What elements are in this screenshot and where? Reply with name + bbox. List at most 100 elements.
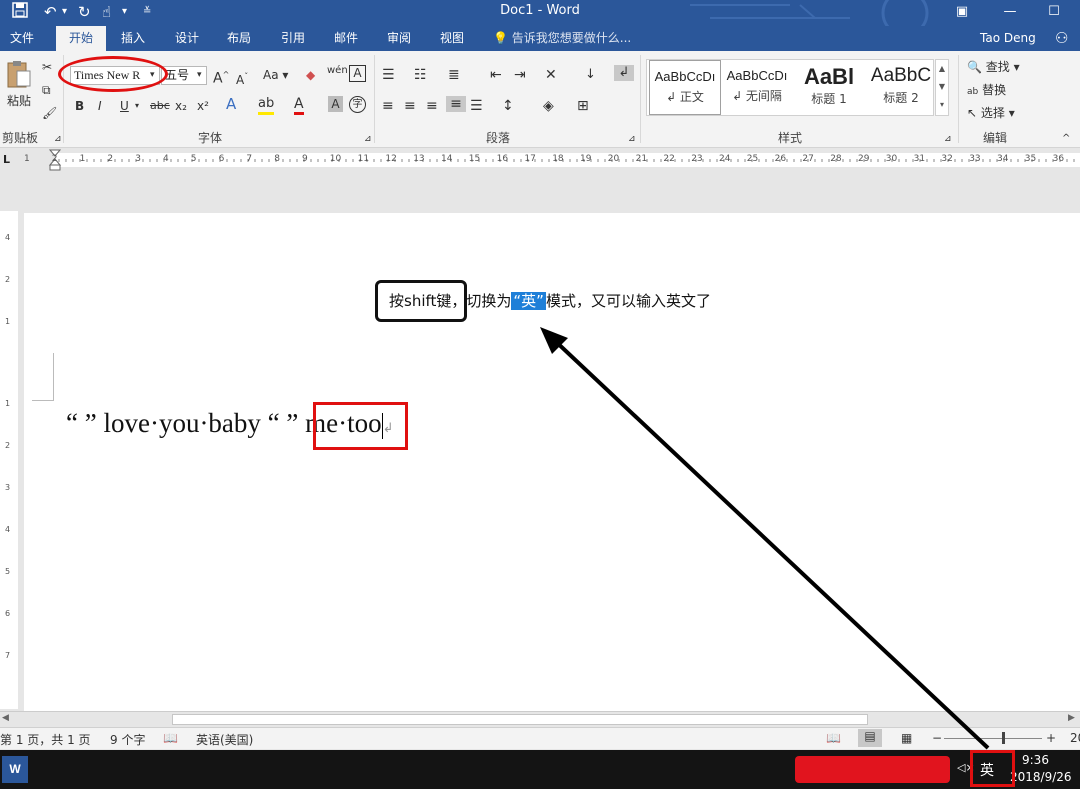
- format-painter-icon[interactable]: 🖌: [42, 105, 57, 121]
- web-layout-icon[interactable]: ▦: [901, 731, 912, 745]
- clear-format-icon[interactable]: ◆: [306, 67, 315, 83]
- bullets-icon[interactable]: ☰: [382, 67, 395, 83]
- ruler-number: 32: [941, 154, 953, 164]
- clock-date[interactable]: 2018/9/26: [1010, 770, 1072, 784]
- minimize-icon[interactable]: —: [990, 0, 1030, 26]
- word-count[interactable]: 9 个字: [110, 731, 145, 748]
- tab-home[interactable]: 开始: [56, 26, 106, 51]
- tab-stop-icon[interactable]: L: [3, 153, 10, 166]
- collapse-ribbon-icon[interactable]: ^: [1062, 131, 1070, 147]
- grow-font-icon[interactable]: A^: [213, 67, 229, 87]
- sort-icon[interactable]: ↓: [585, 67, 596, 83]
- highlight-icon[interactable]: ab: [258, 96, 275, 115]
- zoom-slider[interactable]: [944, 738, 1042, 739]
- editing-group-label: 编辑: [983, 131, 1008, 145]
- language-status[interactable]: 英语(美国): [196, 731, 253, 748]
- ruler-number: 29: [858, 154, 870, 164]
- justify-icon[interactable]: ≡: [446, 96, 466, 112]
- bold-button[interactable]: B: [75, 98, 84, 114]
- strikethrough-button[interactable]: abc: [150, 98, 170, 114]
- numbering-icon[interactable]: ☷: [414, 67, 427, 83]
- document-page[interactable]: 按shift键，切换为 “英” 模式，又可以输入英文了 “ ” love·you·b…: [24, 213, 1080, 713]
- copy-icon[interactable]: ⧉: [42, 82, 51, 98]
- tab-design[interactable]: 设计: [164, 26, 210, 51]
- paragraph-launcher-icon[interactable]: ⊿: [628, 131, 636, 147]
- clock-time[interactable]: 9:36: [1022, 753, 1049, 767]
- tab-layout[interactable]: 布局: [216, 26, 262, 51]
- divider: [958, 55, 959, 143]
- shading-icon[interactable]: ◈: [543, 98, 554, 114]
- print-layout-icon[interactable]: ▤: [858, 729, 882, 747]
- style-normal[interactable]: AaBbCcDı ↲ 正文: [649, 60, 721, 115]
- tab-mailings[interactable]: 邮件: [323, 26, 369, 51]
- align-right-icon[interactable]: ≡: [426, 98, 438, 114]
- tab-references[interactable]: 引用: [270, 26, 316, 51]
- enclose-char-icon[interactable]: 字: [349, 96, 366, 113]
- size-dropdown-icon[interactable]: ▾: [197, 67, 202, 83]
- ribbon-options-icon[interactable]: ▣: [942, 0, 982, 26]
- scroll-right-icon[interactable]: ▶: [1068, 713, 1075, 723]
- zoom-out-button[interactable]: −: [932, 731, 942, 745]
- paste-button[interactable]: 粘贴: [4, 59, 34, 109]
- distributed-icon[interactable]: ☰: [470, 98, 483, 114]
- line-spacing-icon[interactable]: ↕: [502, 98, 514, 114]
- styles-launcher-icon[interactable]: ⊿: [944, 131, 952, 147]
- quote-marks: “ ”: [66, 408, 97, 438]
- word-taskbar-icon[interactable]: W: [2, 756, 28, 783]
- user-name[interactable]: Tao Deng: [980, 26, 1036, 51]
- page-count[interactable]: 第 1 页，共 1 页: [0, 731, 91, 748]
- proofing-icon[interactable]: 📖: [163, 731, 178, 745]
- phonetic-guide-button[interactable]: wén: [327, 63, 348, 79]
- scroll-thumb[interactable]: [172, 714, 868, 725]
- char-shading-icon[interactable]: A: [328, 96, 343, 112]
- underline-button[interactable]: U: [120, 98, 129, 114]
- read-mode-icon[interactable]: 📖: [826, 731, 841, 745]
- title-decoration: [690, 0, 929, 26]
- text-effects-icon[interactable]: A: [226, 96, 236, 112]
- increase-indent-icon[interactable]: ⇥: [514, 67, 526, 83]
- font-launcher-icon[interactable]: ⊿: [364, 131, 372, 147]
- italic-button[interactable]: I: [98, 98, 102, 114]
- zoom-slider-thumb[interactable]: [1002, 732, 1005, 744]
- decrease-indent-icon[interactable]: ⇤: [490, 67, 502, 83]
- replace-button[interactable]: ab 替换: [967, 82, 1006, 100]
- cut-icon[interactable]: ✂: [42, 59, 52, 75]
- underline-dropdown-icon[interactable]: ▾: [135, 98, 139, 114]
- borders-icon[interactable]: ⊞: [577, 98, 589, 114]
- vruler-number: 6: [5, 609, 11, 618]
- ruler-number: 14: [441, 154, 453, 164]
- font-group-label: 字体: [198, 131, 223, 145]
- style-heading-1[interactable]: AaBl 标题 1: [793, 60, 865, 115]
- select-button[interactable]: ↖ 选择 ▾: [967, 105, 1015, 121]
- superscript-button[interactable]: x²: [197, 98, 209, 114]
- clipboard-launcher-icon[interactable]: ⊿: [54, 131, 62, 147]
- font-color-icon[interactable]: A: [294, 96, 304, 115]
- zoom-level[interactable]: 20: [1070, 731, 1080, 745]
- multilevel-list-icon[interactable]: ≣: [448, 67, 460, 83]
- zoom-in-button[interactable]: +: [1046, 731, 1056, 745]
- vertical-ruler[interactable]: 4 2 1 1 2 3 4 5 6 7: [0, 211, 18, 709]
- horizontal-ruler[interactable]: L 1 2 1 2 3 4 5 6 7 8 9 10 11 12 13 14 15 16 17 18 19 20 21 22 2…: [0, 149, 1080, 171]
- change-case-button[interactable]: Aa ▾: [263, 67, 288, 83]
- show-marks-icon[interactable]: ↲: [614, 65, 634, 81]
- character-border-icon[interactable]: A: [349, 65, 366, 82]
- asian-layout-icon[interactable]: ✕: [545, 67, 557, 83]
- tab-file[interactable]: 文件: [0, 26, 44, 51]
- horizontal-scrollbar[interactable]: ◀ ▶: [0, 711, 1080, 727]
- share-icon[interactable]: ⚇: [1055, 29, 1068, 47]
- align-center-icon[interactable]: ≡: [404, 98, 416, 114]
- styles-scroll[interactable]: ▲ ▼ ▾: [935, 59, 949, 116]
- scroll-left-icon[interactable]: ◀: [2, 713, 9, 723]
- shrink-font-icon[interactable]: Aˇ: [236, 69, 248, 88]
- tab-insert[interactable]: 插入: [110, 26, 156, 51]
- tab-view[interactable]: 视图: [429, 26, 475, 51]
- find-button[interactable]: 🔍 查找 ▾: [967, 59, 1020, 75]
- tab-review[interactable]: 审阅: [376, 26, 422, 51]
- style-heading-2[interactable]: AaBbC 标题 2: [865, 60, 937, 115]
- subscript-button[interactable]: x₂: [175, 98, 187, 114]
- maximize-icon[interactable]: ☐: [1034, 0, 1074, 26]
- align-left-icon[interactable]: ≡: [382, 98, 394, 114]
- ruler-number: 2: [107, 154, 114, 164]
- style-no-spacing[interactable]: AaBbCcDı ↲ 无间隔: [721, 60, 793, 115]
- tell-me-box[interactable]: 💡 告诉我您想要做什么...: [493, 26, 631, 51]
